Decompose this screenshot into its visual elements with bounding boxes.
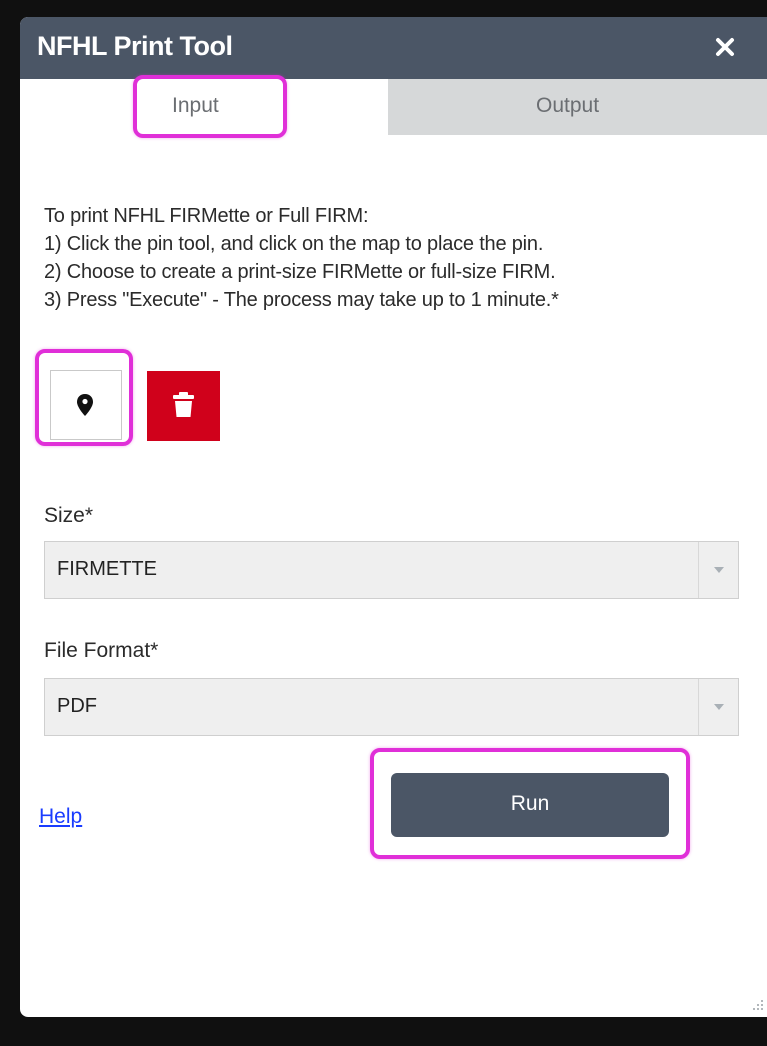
panel-title: NFHL Print Tool [37, 31, 233, 61]
clear-pin-button[interactable] [147, 371, 220, 441]
instruction-line: 1) Click the pin tool, and click on the … [44, 233, 544, 255]
close-button[interactable] [709, 31, 741, 63]
size-select[interactable]: FIRMETTE [44, 541, 739, 599]
print-tool-panel: NFHL Print Tool Input Output To print NF… [20, 17, 767, 1017]
file-format-value: PDF [57, 695, 97, 717]
file-format-select[interactable]: PDF [44, 678, 739, 736]
instructions-text: To print NFHL FIRMette or Full FIRM: 1) … [44, 202, 764, 314]
tab-input[interactable]: Input [20, 79, 388, 135]
pin-tool-button[interactable] [50, 370, 122, 440]
help-link[interactable]: Help [39, 805, 82, 829]
tab-output[interactable]: Output [388, 79, 767, 135]
instruction-line: 3) Press "Execute" - The process may tak… [44, 289, 559, 311]
instruction-line: To print NFHL FIRMette or Full FIRM: [44, 205, 369, 227]
instruction-line: 2) Choose to create a print-size FIRMett… [44, 261, 556, 283]
panel-header: NFHL Print Tool [20, 17, 767, 79]
size-value: FIRMETTE [57, 558, 157, 580]
map-pin-icon [77, 394, 93, 416]
tab-bar: Input Output [20, 79, 767, 135]
trash-icon [173, 392, 194, 417]
size-label: Size* [44, 504, 94, 527]
file-format-label: File Format* [44, 639, 159, 662]
size-dropdown-toggle[interactable] [698, 542, 738, 598]
file-format-dropdown-toggle[interactable] [698, 679, 738, 735]
chevron-down-icon [714, 567, 724, 573]
tab-output-label: Output [536, 94, 600, 117]
tab-input-label: Input [172, 94, 219, 117]
resize-grip-icon[interactable] [750, 997, 764, 1011]
chevron-down-icon [714, 704, 724, 710]
close-icon [716, 38, 734, 56]
run-button[interactable]: Run [391, 773, 669, 837]
